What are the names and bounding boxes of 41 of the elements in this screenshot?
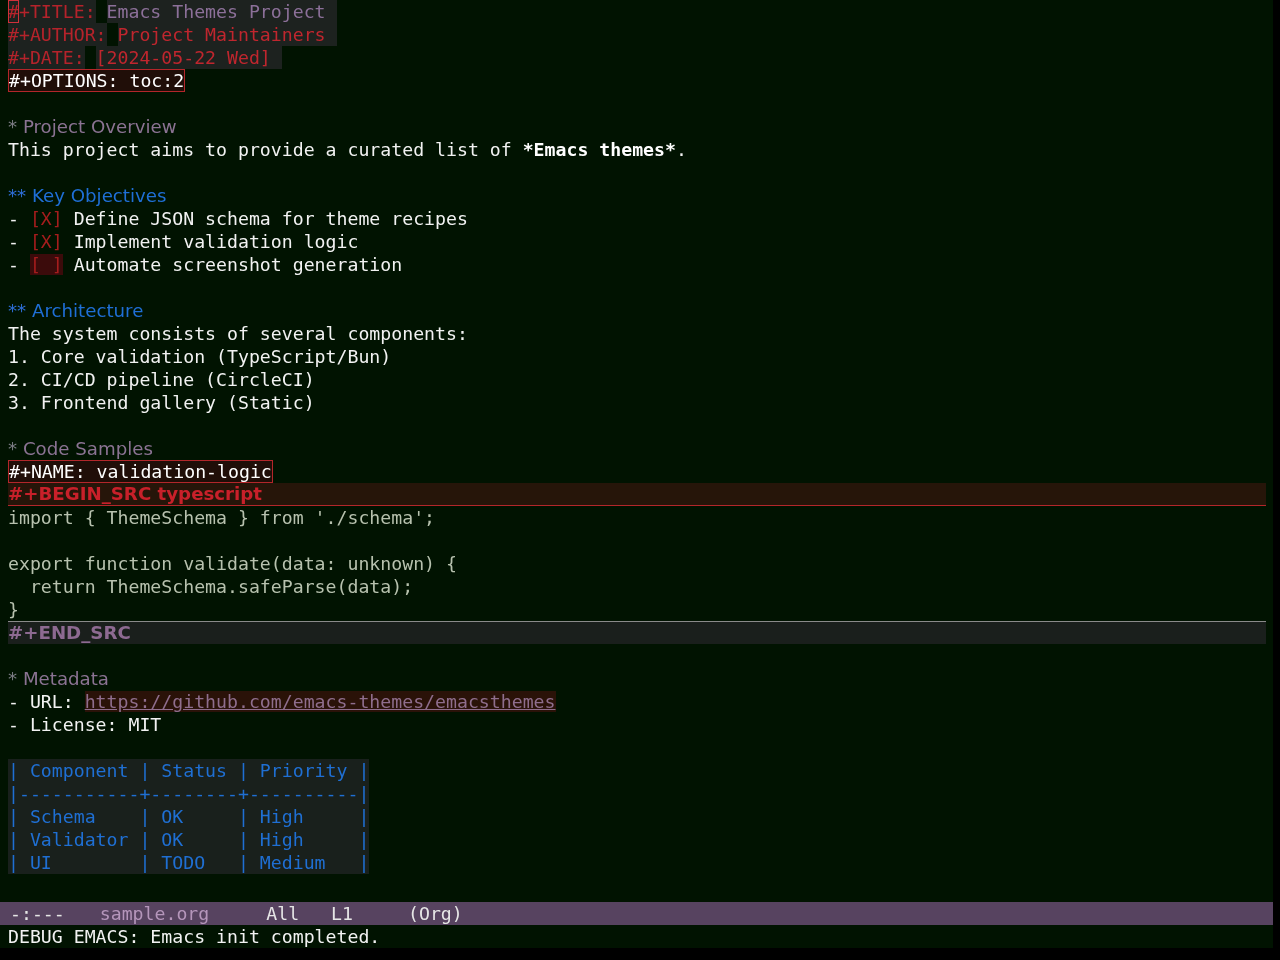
keyword-value: Project Maintainers bbox=[117, 23, 337, 46]
table-row: | Component | Status | Priority | bbox=[8, 759, 370, 782]
line-number: L1 bbox=[331, 902, 353, 925]
keyword-label: #+DATE: bbox=[8, 46, 85, 69]
table-row: | UI | TODO | Medium | bbox=[8, 851, 370, 874]
table-row: | Validator | OK | High | bbox=[8, 828, 370, 851]
section-heading: * Metadata bbox=[8, 668, 109, 689]
list-item: - License: MIT bbox=[8, 713, 162, 736]
list-bullet: - bbox=[8, 231, 19, 252]
list-item-label: - URL: bbox=[8, 691, 74, 712]
table-row: |-----------+--------+----------| bbox=[8, 782, 370, 805]
buffer-name: sample.org bbox=[99, 902, 210, 925]
list-item-text: Automate screenshot generation bbox=[73, 254, 403, 275]
buffer-status: -:--- bbox=[10, 902, 65, 925]
checkbox[interactable]: [X] bbox=[29, 208, 63, 229]
list-item-text: Implement validation logic bbox=[73, 231, 359, 252]
section-heading: ** Architecture bbox=[8, 300, 144, 321]
list-item: 1. Core validation (TypeScript/Bun) bbox=[8, 345, 392, 368]
list-item-text: Define JSON schema for theme recipes bbox=[73, 208, 468, 229]
section-heading: * Code Samples bbox=[8, 438, 153, 459]
echo-message: DEBUG EMACS: Emacs init completed. bbox=[8, 926, 381, 947]
keyword-value: Emacs Themes Project bbox=[106, 0, 337, 23]
list-item: 3. Frontend gallery (Static) bbox=[8, 391, 315, 414]
src-block-header: #+BEGIN_SRC typescript bbox=[8, 483, 1266, 506]
code-text: import { ThemeSchema } from './schema'; export function validate(data: unknown) { return ThemeSchema.safeParse(data); } bbox=[8, 506, 457, 621]
list-bullet: - bbox=[8, 208, 19, 229]
list-bullet: - bbox=[8, 254, 19, 275]
link[interactable]: https://github.com/emacs-themes/emacsthemes bbox=[84, 691, 556, 712]
keyword-value: [2024-05-22 Wed] bbox=[95, 46, 282, 69]
keyword-label: #+AUTHOR: bbox=[8, 23, 107, 46]
buffer-position: All bbox=[266, 902, 300, 925]
section-heading: * Project Overview bbox=[8, 116, 177, 137]
paragraph: This project aims to provide a curated list of *Emacs themes*. bbox=[8, 138, 687, 161]
checkbox[interactable]: [ ] bbox=[29, 254, 63, 275]
src-block-footer: #+END_SRC bbox=[8, 621, 1266, 644]
checkbox[interactable]: [X] bbox=[29, 231, 63, 252]
section-heading: ** Key Objectives bbox=[8, 185, 167, 206]
paragraph: The system consists of several components: bbox=[8, 322, 468, 345]
major-mode: (Org) bbox=[408, 902, 463, 925]
list-item: 2. CI/CD pipeline (CircleCI) bbox=[8, 368, 315, 391]
table-row: | Schema | OK | High | bbox=[8, 805, 370, 828]
